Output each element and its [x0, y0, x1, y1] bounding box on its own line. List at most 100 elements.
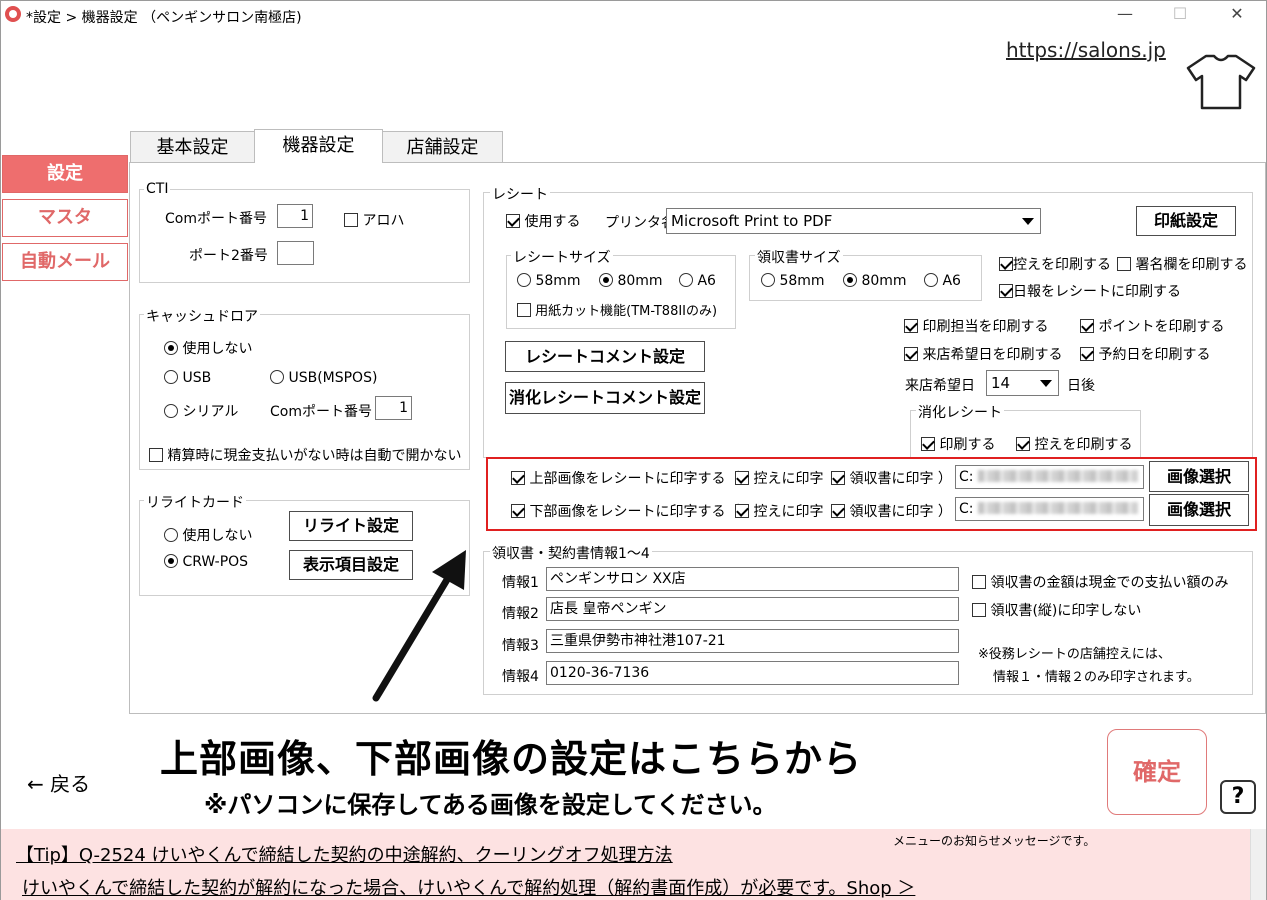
maximize-button[interactable]: ☐ — [1165, 4, 1195, 23]
close-button[interactable]: ✕ — [1222, 4, 1252, 23]
top-image-path-value: C: — [959, 469, 974, 485]
annotation-sub-text: ※パソコンに保存してある画像を設定してください。 — [204, 791, 777, 819]
help-button[interactable]: ? — [1220, 780, 1256, 814]
visit-date-checkbox[interactable]: 来店希望日を印刷する — [904, 344, 1062, 364]
drawer-usb-radio[interactable]: USB — [164, 370, 211, 386]
visit-days-suffix: 日後 — [1067, 378, 1095, 394]
checkbox-checked-icon — [511, 504, 525, 518]
size-a6-label: A6 — [697, 273, 716, 289]
drawer-serial-radio[interactable]: シリアル — [164, 401, 238, 421]
digest-print-checkbox[interactable]: 印刷する — [921, 434, 995, 454]
vertical-label: 領収書(縦)に印字しない — [990, 603, 1142, 619]
radio-icon — [761, 273, 775, 287]
bottom-image-path-value: C: — [959, 501, 974, 517]
receipt-size-a6-radio[interactable]: A6 — [679, 273, 716, 289]
visit-days-select[interactable]: 14 — [986, 370, 1059, 396]
radio-selected-icon — [164, 554, 178, 568]
drawer-usb-mspos-radio[interactable]: USB(MSPOS) — [270, 370, 377, 386]
checkbox-checked-icon — [999, 284, 1013, 298]
rewrite-setting-button[interactable]: リライト設定 — [289, 511, 413, 541]
ryoshu-size-80-radio[interactable]: 80mm — [843, 273, 907, 289]
info-3-input[interactable]: 三重県伊勢市神社港107-21 — [546, 629, 959, 653]
checkbox-checked-icon — [1016, 437, 1030, 451]
top-ryoshu-print-checkbox[interactable]: 領収書に印字 ） — [831, 468, 952, 488]
point-checkbox[interactable]: ポイントを印刷する — [1080, 316, 1224, 336]
cut-label: 用紙カット機能(TM-T88IIのみ) — [535, 304, 718, 319]
drawer-none-radio[interactable]: 使用しない — [164, 338, 252, 358]
confirm-button[interactable]: 確定 — [1107, 729, 1207, 815]
tip-title-link[interactable]: 【Tip】Q-2524 けいやくんで締結した契約の中途解約、クーリングオフ処理方… — [16, 841, 673, 867]
staff-checkbox[interactable]: 印刷担当を印刷する — [904, 316, 1048, 336]
tab-store[interactable]: 店舗設定 — [382, 131, 503, 163]
drawer-none-label: 使用しない — [182, 341, 253, 357]
top-copy-print-checkbox[interactable]: 控えに印字 — [735, 468, 823, 488]
radio-icon — [924, 273, 938, 287]
top-image-checkbox[interactable]: 上部画像をレシートに印字する（ — [511, 468, 739, 488]
tip-body-link[interactable]: けいやくんで締結した契約が解約になった場合、けいやくんで解約処理（解約書面作成）… — [22, 874, 915, 900]
info-row-label: 情報2 — [502, 606, 539, 622]
receipt-size-58-radio[interactable]: 58mm — [517, 273, 581, 289]
top-ryoshu-print-label: 領収書に印字 ） — [849, 471, 952, 487]
tab-basic[interactable]: 基本設定 — [130, 131, 255, 163]
signature-checkbox[interactable]: 署名欄を印刷する — [1117, 254, 1247, 274]
nav-auto-mail[interactable]: 自動メール — [2, 243, 128, 281]
annotation-main-text: 上部画像、下部画像の設定はこちらから — [160, 737, 863, 781]
info-row-label: 情報1 — [502, 575, 539, 591]
drawer-no-open-checkbox[interactable]: 精算時に現金支払いがない時は自動で開かない — [149, 445, 461, 465]
tip-scrollbar[interactable] — [1250, 829, 1266, 900]
info-4-input[interactable]: 0120-36-7136 — [546, 661, 959, 685]
checkbox-checked-icon — [999, 257, 1013, 271]
ryoshu-size-58-radio[interactable]: 58mm — [761, 273, 825, 289]
nav-settings[interactable]: 設定 — [2, 155, 128, 193]
receipt-use-checkbox[interactable]: 使用する — [506, 211, 580, 231]
receipt-comment-button[interactable]: レシートコメント設定 — [505, 341, 705, 372]
print-copy-checkbox[interactable]: 控えを印刷する — [999, 254, 1111, 274]
info-note-1: ※役務レシートの店舗控えには、 — [978, 647, 1171, 662]
arrow-icon — [360, 548, 480, 708]
checkbox-checked-icon — [735, 504, 749, 518]
cut-checkbox[interactable]: 用紙カット機能(TM-T88IIのみ) — [517, 300, 717, 319]
drawer-no-open-label: 精算時に現金支払いがない時は自動で開かない — [167, 448, 462, 464]
site-link[interactable]: https://salons.jp — [1006, 38, 1166, 62]
paper-setting-button[interactable]: 印紙設定 — [1136, 206, 1236, 236]
rewrite-none-radio[interactable]: 使用しない — [164, 525, 252, 545]
reserve-date-checkbox[interactable]: 予約日を印刷する — [1080, 344, 1210, 364]
cti-port2-input[interactable] — [277, 241, 314, 265]
aloha-checkbox[interactable]: アロハ — [344, 210, 404, 230]
bottom-image-select-button[interactable]: 画像選択 — [1149, 494, 1249, 526]
top-image-select-button[interactable]: 画像選択 — [1149, 461, 1249, 492]
chevron-down-icon — [1022, 218, 1034, 225]
bottom-copy-print-checkbox[interactable]: 控えに印字 — [735, 501, 823, 521]
top-image-label: 上部画像をレシートに印字する（ — [529, 471, 740, 487]
daily-report-checkbox[interactable]: 日報をレシートに印刷する — [999, 281, 1181, 301]
top-image-path-input[interactable]: C: — [955, 465, 1144, 489]
drawer-com-input[interactable]: 1 — [375, 396, 412, 420]
checkbox-checked-icon — [1080, 319, 1094, 333]
tab-device[interactable]: 機器設定 — [254, 129, 383, 163]
checkbox-checked-icon — [831, 471, 845, 485]
minimize-button[interactable]: — — [1110, 4, 1140, 23]
vertical-checkbox[interactable]: 領収書(縦)に印字しない — [972, 600, 1141, 620]
digest-comment-button[interactable]: 消化レシートコメント設定 — [505, 382, 705, 414]
ryoshu-size-a6-radio[interactable]: A6 — [924, 273, 961, 289]
receipt-size-80-radio[interactable]: 80mm — [599, 273, 663, 289]
bottom-image-checkbox[interactable]: 下部画像をレシートに印字する（ — [511, 501, 739, 521]
bottom-image-label: 下部画像をレシートに印字する（ — [529, 504, 740, 520]
info-note-2: 情報１・情報２のみ印字されます。 — [993, 670, 1200, 685]
visit-date-field-label: 来店希望日 — [905, 378, 975, 394]
ryoshu-80-label: 80mm — [861, 273, 907, 289]
digest-copy-checkbox[interactable]: 控えを印刷する — [1016, 434, 1132, 454]
bottom-ryoshu-print-checkbox[interactable]: 領収書に印字 ） — [831, 501, 952, 521]
back-button[interactable]: ← 戻る — [27, 768, 90, 797]
rewrite-crw-radio[interactable]: CRW-POS — [164, 554, 248, 570]
nav-master[interactable]: マスタ — [2, 199, 128, 237]
cash-only-checkbox[interactable]: 領収書の金額は現金での支払い額のみ — [972, 572, 1228, 592]
rewrite-none-label: 使用しない — [182, 528, 253, 544]
top-copy-print-label: 控えに印字 — [753, 471, 824, 487]
printer-select[interactable]: Microsoft Print to PDF — [666, 208, 1041, 234]
info-2-input[interactable]: 店長 皇帝ペンギン — [546, 597, 959, 621]
cti-com-input[interactable]: 1 — [277, 204, 313, 228]
radio-icon — [517, 273, 531, 287]
bottom-image-path-input[interactable]: C: — [955, 497, 1144, 521]
info-1-input[interactable]: ペンギンサロン XX店 — [546, 567, 959, 591]
